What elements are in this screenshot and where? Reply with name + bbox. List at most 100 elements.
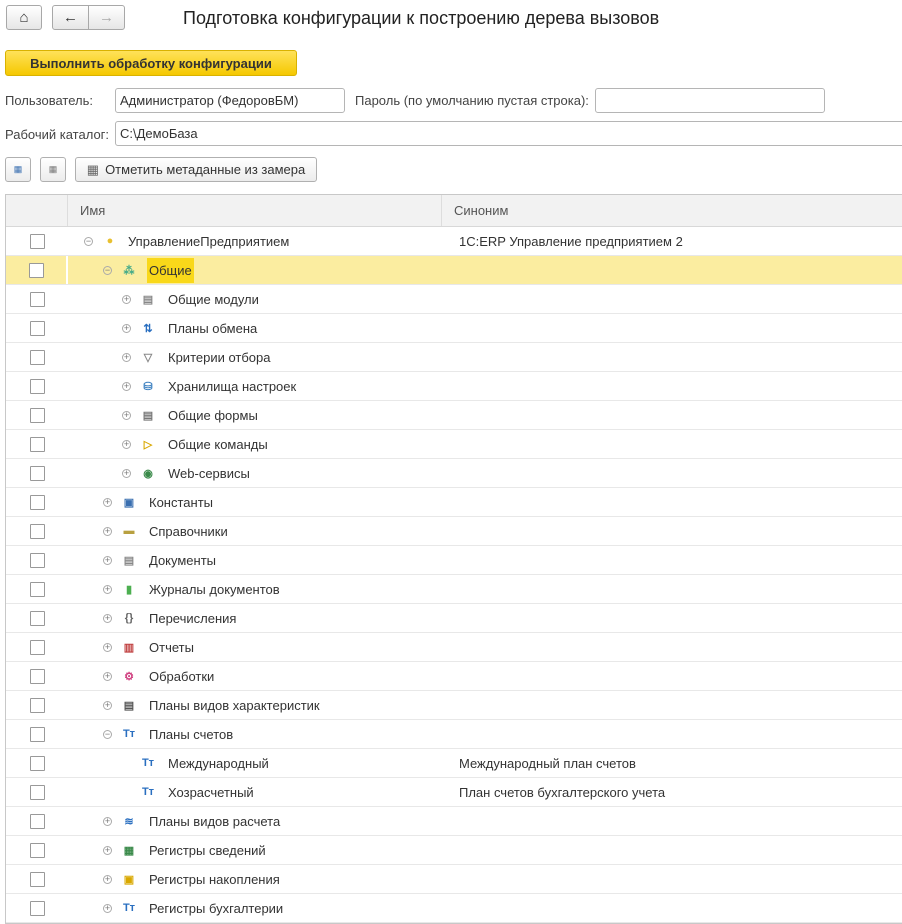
synonym-cell: План счетов бухгалтерского учета <box>459 784 666 800</box>
home-button[interactable]: ⌂ <box>6 5 42 30</box>
expand-icon[interactable]: + <box>103 497 112 507</box>
tree-row[interactable]: + ▮ Журналы документов <box>6 575 902 604</box>
expand-icon[interactable]: + <box>122 439 131 449</box>
tree-row[interactable]: + ▣ Регистры накопления <box>6 865 902 894</box>
common-icon: ⁂ <box>123 264 135 277</box>
expand-icon[interactable]: + <box>122 381 131 391</box>
row-checkbox[interactable] <box>28 262 44 278</box>
synonym-column-header[interactable]: Синоним <box>442 195 902 226</box>
expand-icon[interactable]: + <box>122 410 131 420</box>
mark-from-measure-button[interactable]: ▦ Отметить метаданные из замера <box>75 157 317 182</box>
expand-icon[interactable]: + <box>122 294 131 304</box>
tree-row[interactable]: − ⁂ Общие <box>6 256 902 285</box>
row-checkbox[interactable] <box>29 610 45 626</box>
expand-icon[interactable]: + <box>103 671 112 681</box>
name-cell: Tт Хозрасчетный <box>68 778 442 806</box>
tree-row[interactable]: + ▦ Регистры сведений <box>6 836 902 865</box>
tree-row[interactable]: + ▽ Критерии отбора <box>6 343 902 372</box>
row-checkbox[interactable] <box>29 900 45 916</box>
tree-row[interactable]: + ≋ Планы видов расчета <box>6 807 902 836</box>
tree-row[interactable]: + ◉ Web-сервисы <box>6 459 902 488</box>
expand-icon[interactable]: + <box>103 526 112 536</box>
expand-icon[interactable]: + <box>103 642 112 652</box>
expand-icon[interactable]: + <box>103 555 112 565</box>
row-checkbox[interactable] <box>29 233 45 249</box>
row-checkbox[interactable] <box>29 784 45 800</box>
tree-row[interactable]: + ▤ Документы <box>6 546 902 575</box>
check-all-button[interactable]: ▦ <box>5 157 31 182</box>
expand-icon[interactable]: + <box>103 816 112 826</box>
work-dir-field[interactable] <box>115 121 902 146</box>
row-checkbox[interactable] <box>29 523 45 539</box>
forward-button[interactable]: → <box>88 5 125 30</box>
row-checkbox[interactable] <box>29 581 45 597</box>
expand-icon[interactable]: + <box>103 845 112 855</box>
row-checkbox[interactable] <box>29 436 45 452</box>
tree-row[interactable]: Tт Международный Международный план счет… <box>6 749 902 778</box>
row-checkbox-cell <box>6 836 68 864</box>
row-checkbox[interactable] <box>29 697 45 713</box>
row-checkbox-cell <box>6 778 68 806</box>
row-checkbox[interactable] <box>29 320 45 336</box>
user-field[interactable] <box>115 88 345 113</box>
tree-row[interactable]: + ⇅ Планы обмена <box>6 314 902 343</box>
expand-icon[interactable]: + <box>103 874 112 884</box>
row-checkbox[interactable] <box>29 291 45 307</box>
tree-row[interactable]: + ▤ Общие формы <box>6 401 902 430</box>
row-checkbox-cell <box>6 372 68 400</box>
name-cell: + ▤ Общие формы <box>68 401 442 429</box>
back-button[interactable]: ← <box>52 5 89 30</box>
tree-row[interactable]: + Tт Регистры бухгалтерии <box>6 894 902 923</box>
tree-row[interactable]: − Tт Планы счетов <box>6 720 902 749</box>
row-checkbox[interactable] <box>29 668 45 684</box>
collapse-icon[interactable]: − <box>103 729 112 739</box>
tree-row[interactable]: + ▤ Общие модули <box>6 285 902 314</box>
tree-row[interactable]: + ▤ Планы видов характеристик <box>6 691 902 720</box>
tree-row[interactable]: + ▬ Справочники <box>6 517 902 546</box>
collapse-icon[interactable]: − <box>84 236 93 246</box>
expand-icon[interactable]: + <box>122 468 131 478</box>
expand-icon[interactable]: + <box>103 903 112 913</box>
uncheck-all-button[interactable]: ▦ <box>40 157 66 182</box>
row-checkbox[interactable] <box>29 842 45 858</box>
check-column-header[interactable] <box>6 195 68 226</box>
row-checkbox[interactable] <box>29 755 45 771</box>
expand-icon[interactable]: + <box>103 584 112 594</box>
row-checkbox[interactable] <box>29 552 45 568</box>
tree-row[interactable]: + ⛁ Хранилища настроек <box>6 372 902 401</box>
tree-row[interactable]: + ▷ Общие команды <box>6 430 902 459</box>
expand-icon[interactable]: + <box>122 323 131 333</box>
constants-icon: ▣ <box>123 496 135 509</box>
row-name: УправлениеПредприятием <box>128 233 290 249</box>
row-checkbox[interactable] <box>29 813 45 829</box>
row-checkbox[interactable] <box>29 639 45 655</box>
tree-row[interactable]: + {} Перечисления <box>6 604 902 633</box>
collapse-icon[interactable]: − <box>103 265 112 275</box>
password-field[interactable] <box>595 88 825 113</box>
tree-row[interactable]: Tт Хозрасчетный План счетов бухгалтерско… <box>6 778 902 807</box>
row-checkbox[interactable] <box>29 465 45 481</box>
expand-icon[interactable]: + <box>103 700 112 710</box>
row-checkbox-cell <box>6 894 68 922</box>
row-name: Общие команды <box>168 436 268 452</box>
row-checkbox[interactable] <box>29 349 45 365</box>
row-checkbox[interactable] <box>29 407 45 423</box>
globe-icon: ◉ <box>143 467 153 480</box>
row-name: Общие <box>147 257 194 283</box>
tree-row[interactable]: − ● УправлениеПредприятием 1С:ERP Управл… <box>6 227 902 256</box>
accounts-icon: Tт <box>141 786 155 798</box>
run-processing-button[interactable]: Выполнить обработку конфигурации <box>5 50 297 76</box>
row-checkbox[interactable] <box>29 871 45 887</box>
row-checkbox-cell <box>6 401 68 429</box>
tree-row[interactable]: + ⚙ Обработки <box>6 662 902 691</box>
expand-icon[interactable]: + <box>103 613 112 623</box>
expand-icon[interactable]: + <box>122 352 131 362</box>
tree-row[interactable]: + ▣ Константы <box>6 488 902 517</box>
ball-icon: ● <box>106 235 114 247</box>
name-column-header[interactable]: Имя <box>68 195 442 226</box>
row-checkbox[interactable] <box>29 494 45 510</box>
tree-row[interactable]: + ▥ Отчеты <box>6 633 902 662</box>
row-checkbox[interactable] <box>29 726 45 742</box>
name-cell: + ▽ Критерии отбора <box>68 343 442 371</box>
row-checkbox[interactable] <box>29 378 45 394</box>
